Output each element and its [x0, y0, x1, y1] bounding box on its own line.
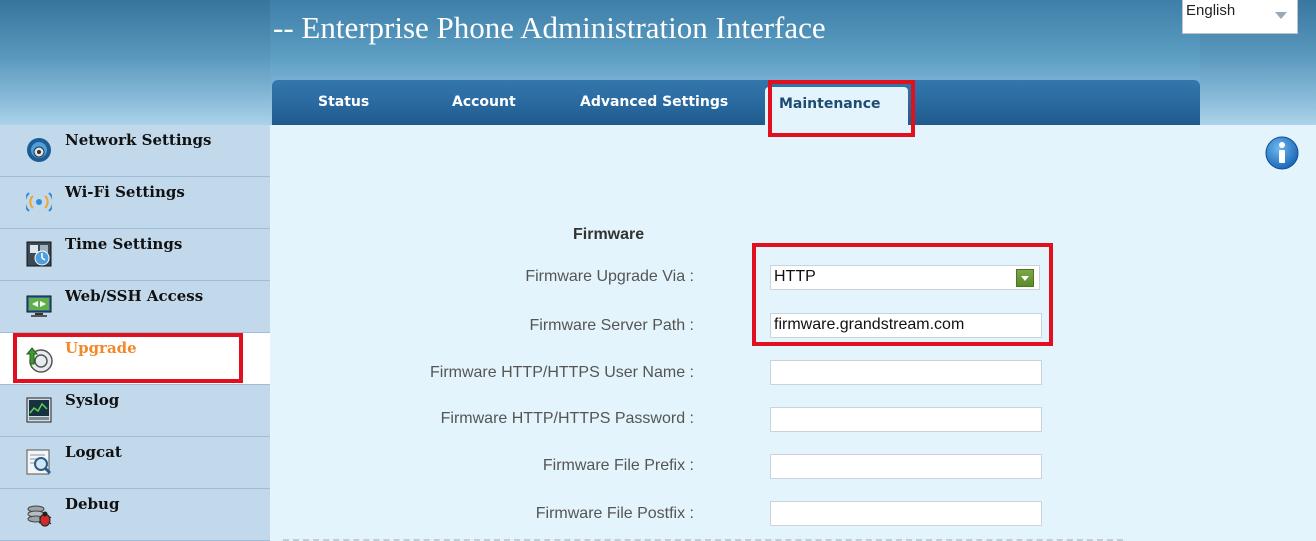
username-input[interactable]: [770, 360, 1042, 385]
tab-bar: [272, 80, 1200, 125]
sidebar-item-label: Upgrade: [65, 339, 137, 357]
password-label: Firmware HTTP/HTTPS Password :: [440, 410, 694, 427]
tab-maintenance[interactable]: Maintenance: [765, 87, 908, 125]
file-postfix-label: Firmware File Postfix :: [535, 505, 694, 522]
username-label: Firmware HTTP/HTTPS User Name :: [429, 364, 694, 381]
file-prefix-input[interactable]: [770, 454, 1042, 479]
sidebar: Network Settings Wi-Fi Settings Time Set…: [0, 125, 270, 541]
server-path-input[interactable]: firmware.grandstream.com: [770, 313, 1042, 338]
tab-account[interactable]: Account: [452, 94, 516, 110]
section-title-firmware: Firmware: [573, 226, 645, 243]
upgrade-via-label: Firmware Upgrade Via :: [525, 268, 694, 285]
sidebar-item-upgrade[interactable]: Upgrade: [0, 333, 270, 385]
sidebar-item-label: Time Settings: [65, 235, 183, 253]
sidebar-item-label: Logcat: [65, 443, 122, 461]
syslog-chart-icon: [26, 397, 52, 423]
tab-status[interactable]: Status: [318, 94, 369, 110]
bug-icon: [27, 505, 52, 527]
header-shade-left: [0, 0, 270, 125]
info-icon[interactable]: [1265, 136, 1299, 170]
chevron-down-icon: [1275, 12, 1287, 19]
sidebar-item-logcat[interactable]: Logcat: [0, 437, 270, 489]
sidebar-item-syslog[interactable]: Syslog: [0, 385, 270, 437]
file-postfix-input[interactable]: [770, 501, 1042, 526]
server-path-label: Firmware Server Path :: [529, 317, 694, 334]
clock-icon: [26, 241, 52, 267]
sidebar-item-time-settings[interactable]: Time Settings: [0, 229, 270, 281]
sidebar-item-debug[interactable]: Debug: [0, 489, 270, 541]
magnifier-icon: [26, 449, 52, 475]
sidebar-item-label: Web/SSH Access: [65, 287, 204, 305]
app-title: -- Enterprise Phone Administration Inter…: [273, 10, 826, 45]
wifi-icon: [26, 192, 52, 212]
network-globe-icon: [27, 138, 51, 162]
tab-advanced-settings[interactable]: Advanced Settings: [580, 94, 728, 110]
password-input[interactable]: [770, 407, 1042, 432]
sidebar-item-label: Debug: [65, 495, 120, 513]
monitor-icon: [26, 295, 52, 317]
sidebar-item-label: Network Settings: [65, 131, 212, 149]
upgrade-via-select[interactable]: HTTP: [770, 265, 1040, 290]
sidebar-item-network-settings[interactable]: Network Settings: [0, 125, 270, 177]
sidebar-item-wifi-settings[interactable]: Wi-Fi Settings: [0, 177, 270, 229]
sidebar-item-label: Wi-Fi Settings: [65, 183, 185, 201]
language-select-value: English: [1186, 2, 1236, 19]
file-prefix-label: Firmware File Prefix :: [542, 457, 694, 474]
dropdown-arrow-icon: [1016, 269, 1034, 287]
upgrade-arrow-icon: [26, 347, 53, 373]
upgrade-via-value: HTTP: [774, 268, 816, 285]
sidebar-item-web-ssh-access[interactable]: Web/SSH Access: [0, 281, 270, 333]
sidebar-item-label: Syslog: [65, 391, 120, 409]
language-select[interactable]: English: [1182, 0, 1298, 34]
